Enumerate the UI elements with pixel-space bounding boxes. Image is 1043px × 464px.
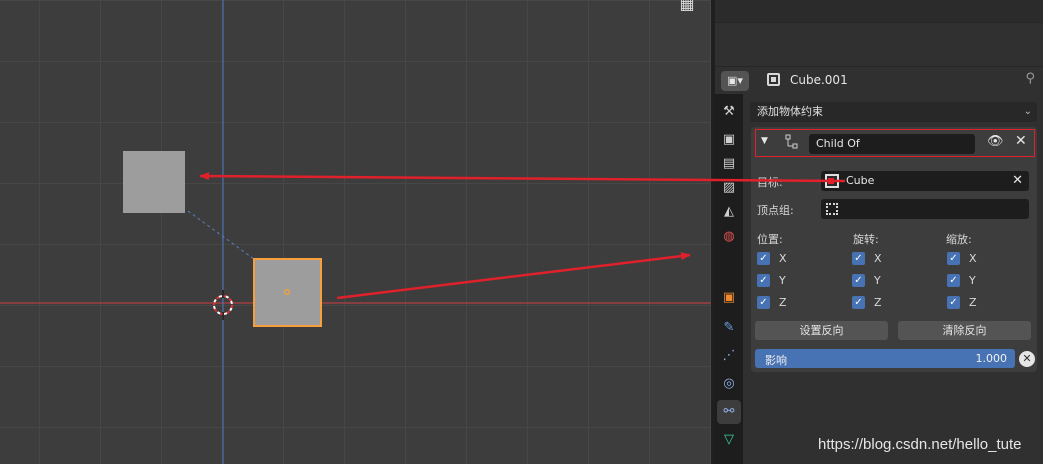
pin-icon[interactable]: ⚲ bbox=[1025, 71, 1035, 86]
properties-tabs: ⚒ ▣ ▤ ▨ ◭ ◍ ▣ ✎ ⋰ ◎ ⚯ ▽ bbox=[715, 94, 743, 464]
outliner-area bbox=[715, 22, 1043, 62]
view-layer-tab[interactable]: ▨ bbox=[717, 176, 741, 200]
cube-parent[interactable] bbox=[123, 151, 185, 213]
disable-keep-transform-icon[interactable]: ✕ bbox=[1019, 351, 1035, 367]
influence-value: 1.000 bbox=[975, 352, 1008, 365]
editor-type-button[interactable]: ▣▾ bbox=[721, 71, 749, 91]
properties-editor: ▣▾ Cube.001 ⚲ ⚒ ▣ ▤ ▨ ◭ ◍ ▣ ✎ ⋰ ◎ ⚯ ▽ 添加… bbox=[715, 0, 1043, 464]
render-tab[interactable]: ▣ bbox=[717, 128, 741, 152]
child-of-constraint-panel: ▼ Child Of 👁 ✕ 目标: Cube ✕ 顶点组: 位置: 旋转: 缩… bbox=[751, 127, 1037, 372]
eye-icon[interactable]: 👁 bbox=[987, 134, 1004, 149]
vertex-group-icon bbox=[826, 203, 838, 215]
viewport-overlay bbox=[0, 0, 711, 464]
vertex-group-label: 顶点组: bbox=[757, 204, 794, 217]
object-name: Cube.001 bbox=[790, 73, 848, 87]
physics-tab[interactable]: ◎ bbox=[717, 372, 741, 396]
scale-label: 缩放: bbox=[946, 233, 972, 246]
outliner-strip bbox=[715, 0, 1043, 22]
clear-target-icon[interactable]: ✕ bbox=[1012, 171, 1023, 191]
set-inverse-button[interactable]: 设置反向 bbox=[755, 321, 888, 340]
world-tab[interactable]: ◍ bbox=[717, 225, 741, 249]
influence-slider[interactable]: 影响 1.000 bbox=[755, 349, 1015, 368]
tool-tab[interactable]: ⚒ bbox=[717, 100, 741, 124]
3d-viewport[interactable]: ▦ bbox=[0, 0, 711, 464]
object-target-icon bbox=[825, 174, 839, 188]
particles-tab[interactable]: ⋰ bbox=[717, 344, 741, 368]
close-icon[interactable]: ✕ bbox=[1015, 133, 1027, 149]
output-tab[interactable]: ▤ bbox=[717, 152, 741, 176]
target-field[interactable]: Cube ✕ bbox=[821, 171, 1029, 191]
scene-tab[interactable]: ◭ bbox=[717, 200, 741, 224]
constraints-tab[interactable]: ⚯ bbox=[717, 400, 741, 424]
rotation-label: 旋转: bbox=[853, 233, 879, 246]
influence-label: 影响 bbox=[765, 354, 787, 367]
target-label: 目标: bbox=[757, 176, 783, 189]
location-label: 位置: bbox=[757, 233, 783, 246]
child-of-constraint-icon bbox=[783, 133, 801, 151]
chevron-down-icon: ⌄ bbox=[1023, 106, 1032, 117]
properties-header: ▣▾ Cube.001 ⚲ bbox=[715, 66, 1043, 94]
vertex-group-field[interactable] bbox=[821, 199, 1029, 219]
target-value: Cube bbox=[846, 174, 875, 187]
constraints-content: 添加物体约束 ⌄ ▼ Child Of 👁 ✕ 目标: Cube ✕ 顶点组: bbox=[743, 94, 1043, 464]
cube-child-selected[interactable] bbox=[253, 258, 322, 327]
watermark-text: https://blog.csdn.net/hello_tute bbox=[818, 436, 1022, 453]
add-constraint-dropdown[interactable]: 添加物体约束 ⌄ bbox=[750, 102, 1037, 122]
modifier-tab[interactable]: ✎ bbox=[717, 316, 741, 340]
collapse-triangle-icon[interactable]: ▼ bbox=[761, 136, 768, 146]
constraint-header: ▼ Child Of 👁 ✕ bbox=[755, 129, 1035, 157]
add-constraint-label: 添加物体约束 bbox=[757, 105, 823, 118]
grid-icon[interactable]: ▦ bbox=[677, 0, 697, 14]
constraint-name-field[interactable]: Child Of bbox=[809, 134, 975, 154]
object-tab[interactable]: ▣ bbox=[717, 286, 741, 310]
object-icon bbox=[767, 73, 780, 86]
data-tab[interactable]: ▽ bbox=[717, 428, 741, 452]
clear-inverse-button[interactable]: 清除反向 bbox=[898, 321, 1031, 340]
